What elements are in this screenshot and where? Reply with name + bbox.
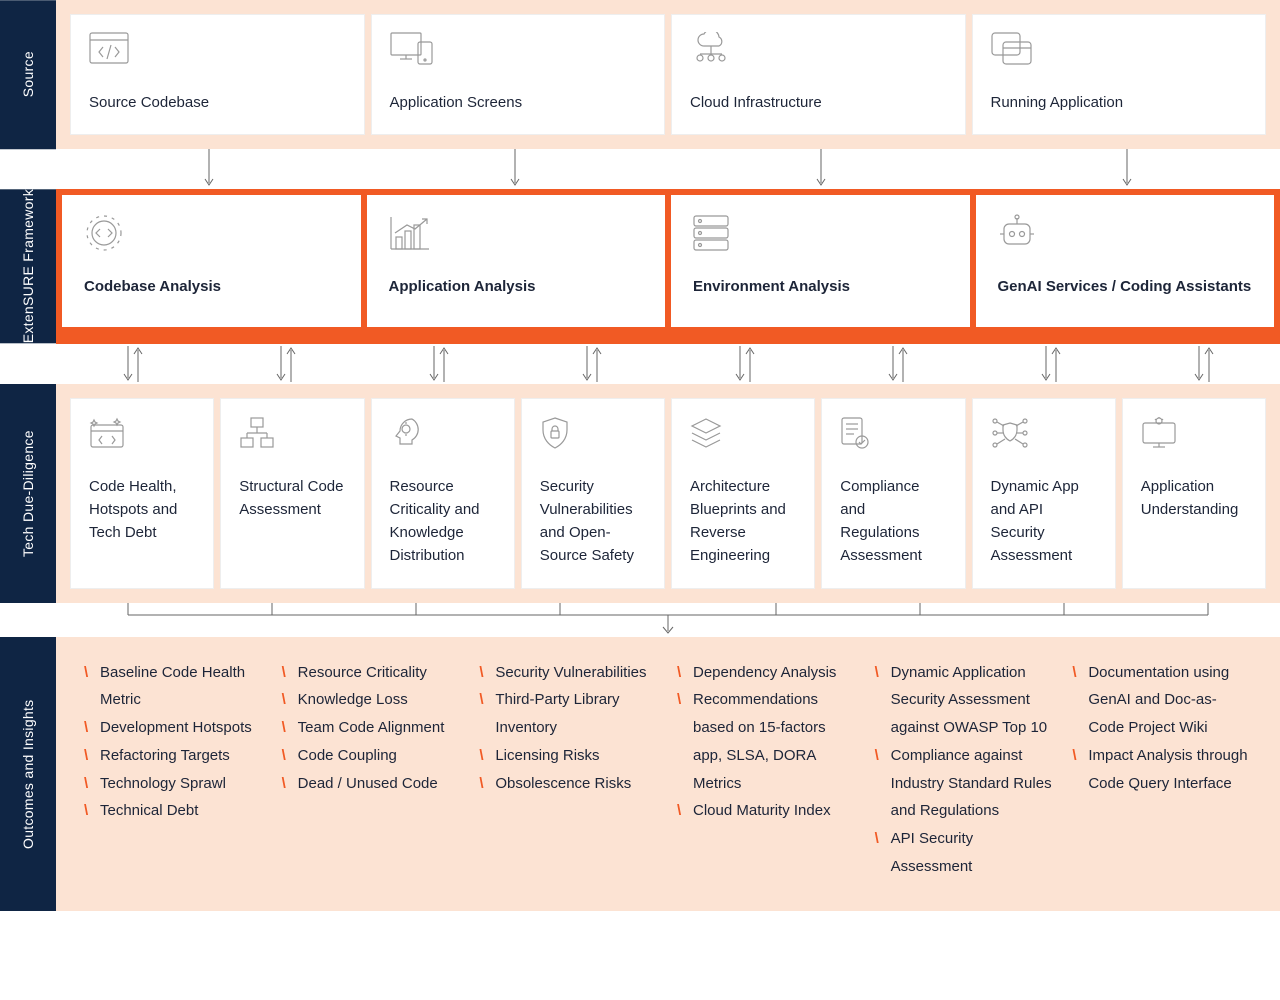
row-label-outcomes: Outcomes and Insights <box>0 637 56 911</box>
card-label: Application Screens <box>390 91 647 114</box>
arrows-diligence-to-outcomes <box>56 603 1280 637</box>
outcomes-columns: Baseline Code Health Metric Development … <box>84 659 1252 881</box>
card-label: Application Understanding <box>1141 475 1247 522</box>
list-item: Dead / Unused Code <box>282 770 462 798</box>
list-item: Cloud Maturity Index <box>677 797 857 825</box>
list-item: Technology Sprawl <box>84 770 264 798</box>
layers-icon <box>690 413 734 453</box>
card-label: Environment Analysis <box>693 275 948 298</box>
card-compliance-assessment: Compliance and Regulations Assessment <box>821 398 965 589</box>
outcomes-col-5: Dynamic Application Security Assessment … <box>875 659 1055 881</box>
list-item: Compliance against Industry Standard Rul… <box>875 742 1055 825</box>
document-check-icon <box>840 413 884 453</box>
list-item: Development Hotspots <box>84 714 264 742</box>
monitor-idea-icon <box>1141 413 1185 453</box>
outcomes-col-1: Baseline Code Health Metric Development … <box>84 659 264 881</box>
card-label: Structural Code Assessment <box>239 475 345 522</box>
list-item: Knowledge Loss <box>282 686 462 714</box>
list-item: API Security Assessment <box>875 825 1055 881</box>
card-label: Security Vulnerabilities and Open-Source… <box>540 475 646 568</box>
outcomes-col-2: Resource Criticality Knowledge Loss Team… <box>282 659 462 881</box>
cloud-network-icon <box>690 29 734 69</box>
card-label: Resource Criticality and Knowledge Distr… <box>390 475 496 568</box>
diligence-cards: Code Health, Hotspots and Tech Debt Stru… <box>70 398 1266 589</box>
list-item: Dynamic Application Security Assessment … <box>875 659 1055 742</box>
card-label: GenAI Services / Coding Assistants <box>998 275 1253 298</box>
list-item: Licensing Risks <box>479 742 659 770</box>
card-structural-assessment: Structural Code Assessment <box>220 398 364 589</box>
list-item: Security Vulnerabilities <box>479 659 659 687</box>
arrows-source-to-framework <box>56 149 1280 189</box>
list-item: Dependency Analysis <box>677 659 857 687</box>
card-code-health: Code Health, Hotspots and Tech Debt <box>70 398 214 589</box>
card-label: Architecture Blueprints and Reverse Engi… <box>690 475 796 568</box>
card-running-application: Running Application <box>972 14 1267 135</box>
card-application-analysis: Application Analysis <box>367 195 666 326</box>
list-item: Third-Party Library Inventory <box>479 686 659 742</box>
server-rack-icon <box>693 213 737 253</box>
card-label: Code Health, Hotspots and Tech Debt <box>89 475 195 545</box>
card-label: Application Analysis <box>389 275 644 298</box>
card-label: Codebase Analysis <box>84 275 339 298</box>
list-item: Impact Analysis through Code Query Inter… <box>1072 742 1252 798</box>
outcomes-col-4: Dependency Analysis Recommendations base… <box>677 659 857 881</box>
card-label: Cloud Infrastructure <box>690 91 947 114</box>
sparkle-code-icon <box>89 413 133 453</box>
list-item: Refactoring Targets <box>84 742 264 770</box>
outcomes-col-3: Security Vulnerabilities Third-Party Lib… <box>479 659 659 881</box>
list-item: Technical Debt <box>84 797 264 825</box>
shield-lock-icon <box>540 413 584 453</box>
card-cloud-infrastructure: Cloud Infrastructure <box>671 14 966 135</box>
chart-growth-icon <box>389 213 433 253</box>
devices-icon <box>390 29 434 69</box>
shield-network-icon <box>991 413 1035 453</box>
arrows-framework-to-diligence <box>56 344 1280 384</box>
robot-icon <box>998 213 1042 253</box>
card-dynamic-app-security: Dynamic App and API Security Assessment <box>972 398 1116 589</box>
row-label-framework: ExtenSURE Framework <box>0 189 56 343</box>
code-window-icon <box>89 29 133 69</box>
card-label: Dynamic App and API Security Assessment <box>991 475 1097 568</box>
hierarchy-icon <box>239 413 283 453</box>
row-label-source: Source <box>0 0 56 149</box>
framework-cards: Codebase Analysis Application Analysis E… <box>62 195 1274 326</box>
card-environment-analysis: Environment Analysis <box>671 195 970 326</box>
head-idea-icon <box>390 413 434 453</box>
card-security-vulnerabilities: Security Vulnerabilities and Open-Source… <box>521 398 665 589</box>
windows-stack-icon <box>991 29 1035 69</box>
list-item: Obsolescence Risks <box>479 770 659 798</box>
list-item: Baseline Code Health Metric <box>84 659 264 715</box>
card-codebase-analysis: Codebase Analysis <box>62 195 361 326</box>
card-label: Source Codebase <box>89 91 346 114</box>
card-genai-services: GenAI Services / Coding Assistants <box>976 195 1275 326</box>
source-cards: Source Codebase Application Screens Clou… <box>70 14 1266 135</box>
card-label: Running Application <box>991 91 1248 114</box>
outcomes-col-6: Documentation using GenAI and Doc-as-Cod… <box>1072 659 1252 881</box>
card-source-codebase: Source Codebase <box>70 14 365 135</box>
card-resource-criticality: Resource Criticality and Knowledge Distr… <box>371 398 515 589</box>
list-item: Resource Criticality <box>282 659 462 687</box>
list-item: Recommendations based on 15-factors app,… <box>677 686 857 797</box>
card-application-understanding: Application Understanding <box>1122 398 1266 589</box>
card-architecture-blueprints: Architecture Blueprints and Reverse Engi… <box>671 398 815 589</box>
card-application-screens: Application Screens <box>371 14 666 135</box>
card-label: Compliance and Regulations Assessment <box>840 475 946 568</box>
list-item: Documentation using GenAI and Doc-as-Cod… <box>1072 659 1252 742</box>
row-label-diligence: Tech Due-Diligence <box>0 384 56 603</box>
list-item: Code Coupling <box>282 742 462 770</box>
gear-code-icon <box>84 213 128 253</box>
list-item: Team Code Alignment <box>282 714 462 742</box>
